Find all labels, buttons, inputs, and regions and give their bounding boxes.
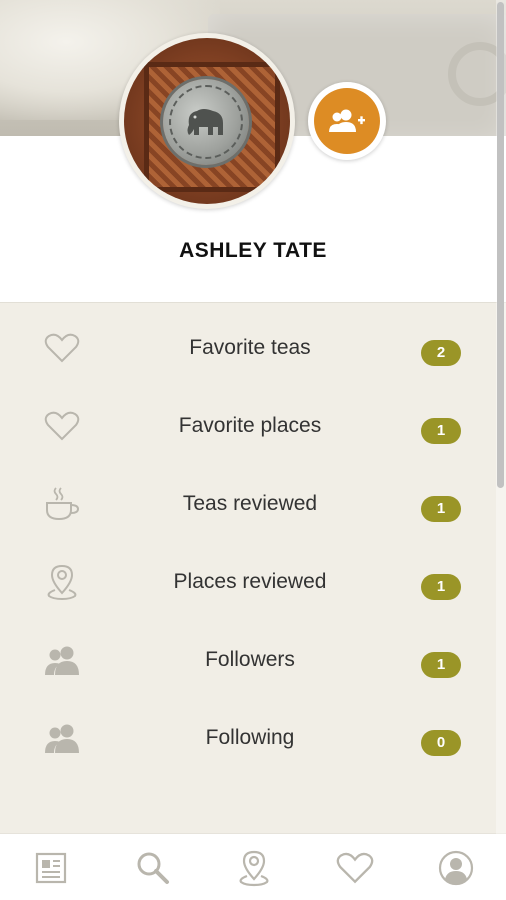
tea-cup-icon xyxy=(42,485,82,523)
heart-icon xyxy=(42,407,82,445)
nav-news[interactable] xyxy=(16,834,86,900)
profile-icon xyxy=(438,850,474,885)
location-icon xyxy=(239,850,269,886)
stat-count-badge: 2 xyxy=(421,340,461,366)
profile-screen: ASHLEY TATE Favorite teas 2 Favorite pla… xyxy=(0,0,506,900)
scrollbar[interactable] xyxy=(496,0,506,900)
scrollbar-thumb[interactable] xyxy=(497,2,504,488)
nav-favorites[interactable] xyxy=(320,834,390,900)
stat-row-teas-reviewed[interactable]: Teas reviewed 1 xyxy=(0,465,506,543)
stats-list: Favorite teas 2 Favorite places 1 Teas r… xyxy=(0,303,506,833)
bottom-nav xyxy=(0,833,506,900)
stat-label: Places reviewed xyxy=(173,570,327,593)
stat-count-badge: 0 xyxy=(421,730,461,756)
map-pin-icon xyxy=(42,563,82,601)
stat-row-following[interactable]: Following 0 xyxy=(0,699,506,777)
avatar[interactable] xyxy=(119,33,295,209)
nav-profile[interactable] xyxy=(421,834,491,900)
nav-places[interactable] xyxy=(219,834,289,900)
add-user-glyph xyxy=(329,109,365,132)
stat-label: Following xyxy=(205,726,295,749)
stat-row-followers[interactable]: Followers 1 xyxy=(0,621,506,699)
stat-count-badge: 1 xyxy=(421,496,461,522)
add-friend-icon xyxy=(314,88,380,154)
add-friend-button[interactable] xyxy=(308,82,386,160)
elephant-icon xyxy=(187,109,223,135)
elephant-medallion xyxy=(163,79,249,165)
stat-row-favorite-places[interactable]: Favorite places 1 xyxy=(0,387,506,465)
stat-row-places-reviewed[interactable]: Places reviewed 1 xyxy=(0,543,506,621)
nav-search[interactable] xyxy=(118,834,188,900)
stat-label: Favorite teas xyxy=(189,336,311,359)
heart-icon xyxy=(42,329,82,367)
stat-count-badge: 1 xyxy=(421,652,461,678)
stat-count-badge: 1 xyxy=(421,574,461,600)
stat-count-badge: 1 xyxy=(421,418,461,444)
search-icon xyxy=(137,852,169,884)
stat-label: Favorite places xyxy=(178,414,322,437)
users-icon xyxy=(42,719,82,757)
news-icon xyxy=(35,852,67,883)
stat-label: Followers xyxy=(205,648,295,671)
stat-row-favorite-teas[interactable]: Favorite teas 2 xyxy=(0,309,506,387)
heart-icon xyxy=(336,852,374,883)
users-icon xyxy=(42,641,82,679)
avatar-photo xyxy=(124,38,290,204)
profile-name: ASHLEY TATE xyxy=(179,239,327,262)
stat-label: Teas reviewed xyxy=(182,492,318,515)
